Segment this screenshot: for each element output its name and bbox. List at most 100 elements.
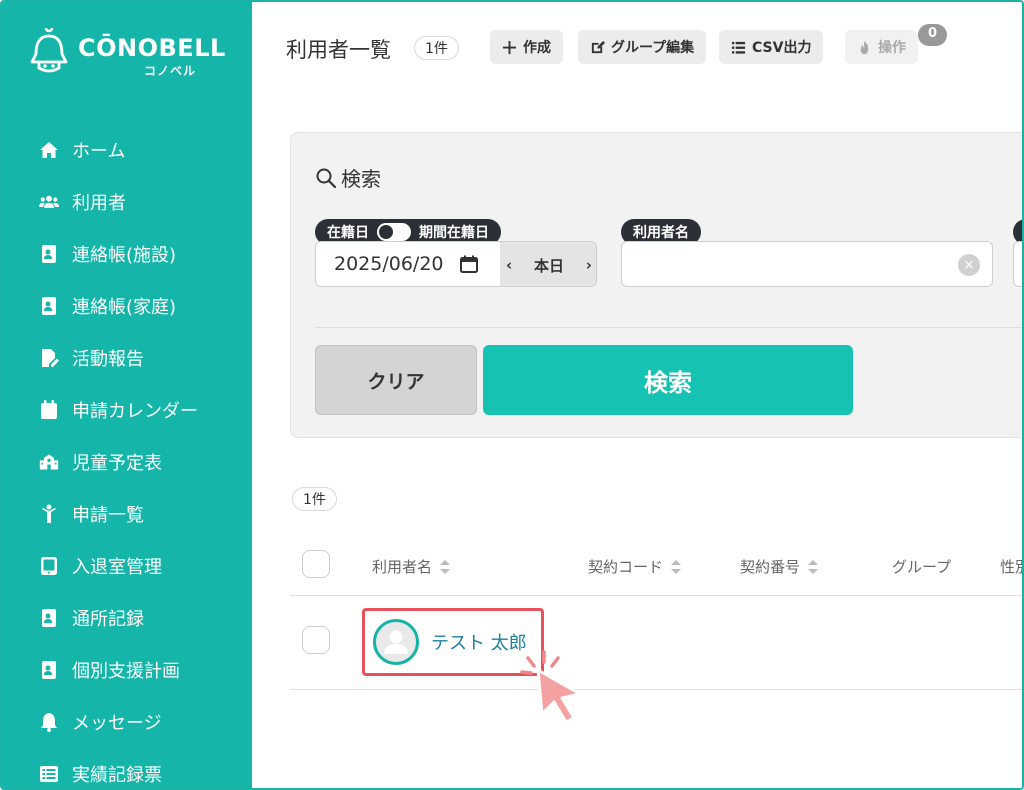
date-field[interactable]: 2025/06/20 ‹ 本日 ›: [315, 241, 597, 287]
click-pointer-icon: [520, 650, 582, 724]
today-nav: ‹ 本日 ›: [500, 242, 596, 286]
sort-icon: [671, 559, 682, 574]
search-panel: 検索 在籍日 期間在籍日 2025/06/20 ‹ 本日 › 利用者名 × クリ…: [290, 132, 1022, 438]
school-icon: [38, 451, 60, 473]
sidebar-item-users[interactable]: 利用者: [2, 176, 252, 228]
operate-button[interactable]: 操作: [845, 30, 918, 64]
column-label: 利用者名: [372, 558, 433, 576]
column-header-contract-number[interactable]: 契約番号: [740, 556, 819, 577]
search-icon: [316, 168, 337, 188]
column-label: 性別: [1000, 558, 1022, 576]
group-edit-button-label: グループ編集: [611, 40, 695, 56]
brand-subtitle: コノベル: [144, 64, 197, 78]
prev-day-button[interactable]: ‹: [506, 256, 512, 274]
plus-icon: [502, 40, 517, 54]
brand-logo[interactable]: CŌNOBELL コノベル: [28, 28, 228, 78]
group-edit-button[interactable]: グループ編集: [578, 30, 707, 64]
bell-icon: [38, 711, 60, 733]
brand-name: CŌNOBELL: [78, 34, 226, 62]
edit-icon: [591, 40, 605, 53]
sidebar-item-contact-facility[interactable]: 連絡帳(施設): [2, 228, 252, 280]
sidebar-item-messages[interactable]: メッセージ: [2, 696, 252, 748]
header-count-badge: 1件: [414, 36, 459, 60]
list-icon: [731, 41, 746, 54]
sidebar-item-home[interactable]: ホーム: [2, 124, 252, 176]
bell-logo-icon: [30, 28, 68, 73]
column-label: 契約番号: [740, 558, 801, 576]
child-icon: [38, 503, 60, 525]
page-title: 利用者一覧: [286, 38, 391, 62]
sidebar-item-label: 児童予定表: [72, 453, 162, 474]
sidebar-item-label: 利用者: [72, 193, 126, 214]
sort-icon: [440, 559, 451, 574]
today-button[interactable]: 本日: [534, 255, 564, 276]
search-title: 検索: [341, 167, 381, 191]
file-edit-icon: [38, 347, 60, 369]
create-button-label: 作成: [523, 40, 551, 56]
sort-icon: [808, 559, 819, 574]
date-value: 2025/06/20: [334, 253, 444, 275]
contact-book-icon: [38, 295, 60, 317]
user-name-field[interactable]: ×: [621, 241, 993, 287]
sidebar-item-request-calendar[interactable]: 申請カレンダー: [2, 384, 252, 436]
sidebar-item-request-list[interactable]: 申請一覧: [2, 488, 252, 540]
list-icon: [38, 763, 60, 785]
results-count-badge: 1件: [292, 487, 337, 511]
clear-input-icon[interactable]: ×: [958, 254, 980, 276]
sidebar-item-label: 入退室管理: [72, 557, 162, 578]
column-label: グループ: [892, 558, 952, 576]
create-button[interactable]: 作成: [490, 30, 563, 64]
operate-count-badge: 0: [918, 24, 948, 46]
users-icon: [38, 191, 60, 213]
user-name: テスト 太郎: [431, 633, 527, 654]
contact-book-icon: [38, 659, 60, 681]
tablet-icon: [38, 555, 60, 577]
next-day-button[interactable]: ›: [586, 256, 592, 274]
sidebar-item-label: 個別支援計画: [72, 661, 180, 682]
sidebar-item-label: 実績記録票: [72, 765, 162, 786]
csv-export-button-label: CSV出力: [752, 40, 812, 56]
clear-button[interactable]: クリア: [315, 345, 477, 415]
sidebar-item-performance-record[interactable]: 実績記録票: [2, 748, 252, 788]
user-name-input[interactable]: [622, 242, 942, 286]
column-header-gender: 性別: [1000, 556, 1022, 577]
sidebar-item-entry-exit[interactable]: 入退室管理: [2, 540, 252, 592]
sidebar-item-label: 通所記録: [72, 609, 144, 630]
partial-field: [1013, 215, 1022, 287]
period-label-right: 期間在籍日: [419, 225, 489, 241]
sidebar-item-child-schedule[interactable]: 児童予定表: [2, 436, 252, 488]
csv-export-button[interactable]: CSV出力: [719, 30, 824, 64]
contact-book-icon: [38, 607, 60, 629]
sidebar-item-support-plan[interactable]: 個別支援計画: [2, 644, 252, 696]
app-window: CŌNOBELL コノベル ホーム 利用者 連絡帳(施設) 連絡帳(家庭) 活動…: [0, 0, 1024, 790]
sidebar-item-activity-report[interactable]: 活動報告: [2, 332, 252, 384]
sidebar-item-label: 連絡帳(家庭): [72, 297, 177, 318]
search-button[interactable]: 検索: [483, 345, 853, 415]
column-label: 契約コード: [588, 558, 664, 576]
sidebar-item-attendance-record[interactable]: 通所記録: [2, 592, 252, 644]
sidebar-item-contact-home[interactable]: 連絡帳(家庭): [2, 280, 252, 332]
flame-icon: [860, 40, 869, 54]
avatar: [373, 619, 419, 665]
row-checkbox[interactable]: [302, 626, 330, 654]
column-header-name[interactable]: 利用者名: [372, 556, 451, 577]
sidebar-item-label: ホーム: [72, 141, 126, 162]
sidebar-item-label: 申請一覧: [72, 505, 144, 526]
home-icon: [38, 139, 60, 161]
table-row: テスト 太郎: [290, 596, 1022, 690]
search-heading: 検索: [315, 163, 381, 192]
select-all-checkbox[interactable]: [302, 550, 330, 578]
sidebar-item-label: メッセージ: [72, 713, 162, 734]
contact-book-icon: [38, 243, 60, 265]
main-content: 利用者一覧 1件 作成 グループ編集 CSV出力 操作 0 検索 在籍日 期間在…: [252, 2, 1022, 788]
sidebar-nav: ホーム 利用者 連絡帳(施設) 連絡帳(家庭) 活動報告 申請カレンダー 児童予…: [2, 124, 252, 788]
column-header-contract-code[interactable]: 契約コード: [588, 556, 682, 577]
operate-button-label: 操作: [878, 40, 906, 56]
period-toggle[interactable]: [377, 223, 411, 241]
column-header-group: グループ: [892, 556, 951, 577]
calendar-icon[interactable]: [460, 255, 478, 273]
period-label-left: 在籍日: [327, 225, 369, 241]
sidebar-item-label: 申請カレンダー: [72, 401, 198, 422]
sidebar-item-label: 連絡帳(施設): [72, 245, 177, 266]
user-name-label: 利用者名: [633, 225, 689, 241]
